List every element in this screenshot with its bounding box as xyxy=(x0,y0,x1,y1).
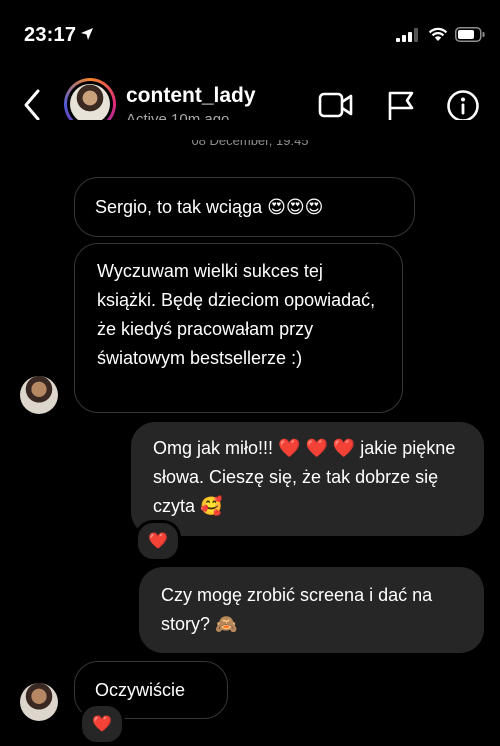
message-bubble-outgoing[interactable]: Omg jak miło!!! ❤️ ❤️ ❤️ jakie piękne sł… xyxy=(131,422,484,536)
sender-avatar[interactable] xyxy=(20,376,58,414)
message-bubble-incoming[interactable]: Wyczuwam wielki sukces tej książki. Będę… xyxy=(74,243,403,413)
status-bar: 23:17 xyxy=(0,0,500,70)
back-icon[interactable] xyxy=(22,88,42,122)
location-arrow-icon xyxy=(81,28,93,40)
flag-icon[interactable] xyxy=(386,90,416,122)
heart-icon: ❤️ xyxy=(148,533,168,550)
heart-reaction[interactable]: ❤️ xyxy=(79,703,125,745)
status-time: 23:17 xyxy=(24,24,77,46)
wifi-icon xyxy=(428,27,448,41)
message-text: Wyczuwam wielki sukces tej książki. Będę… xyxy=(97,261,376,368)
message-text: Oczywiście xyxy=(95,680,186,700)
video-call-icon[interactable] xyxy=(318,92,354,118)
message-bubble-incoming[interactable]: Sergio, to tak wciąga 😍😍😍 xyxy=(74,177,415,237)
heart-reaction[interactable]: ❤️ xyxy=(135,520,181,562)
heart-icon: ❤️ xyxy=(92,716,112,733)
sender-avatar[interactable] xyxy=(20,683,58,721)
message-bubble-outgoing[interactable]: Czy mogę zrobić screena i dać na story? … xyxy=(139,567,484,653)
message-text: Czy mogę zrobić screena i dać na story? … xyxy=(161,585,433,634)
signal-icon xyxy=(396,28,418,42)
info-icon[interactable] xyxy=(446,89,480,123)
message-text: Sergio, to tak wciąga 😍😍😍 xyxy=(95,197,324,217)
battery-icon xyxy=(455,27,485,42)
message-text: Omg jak miło!!! ❤️ ❤️ ❤️ jakie piękne sł… xyxy=(153,438,456,516)
chat-username[interactable]: content_lady xyxy=(126,84,256,108)
